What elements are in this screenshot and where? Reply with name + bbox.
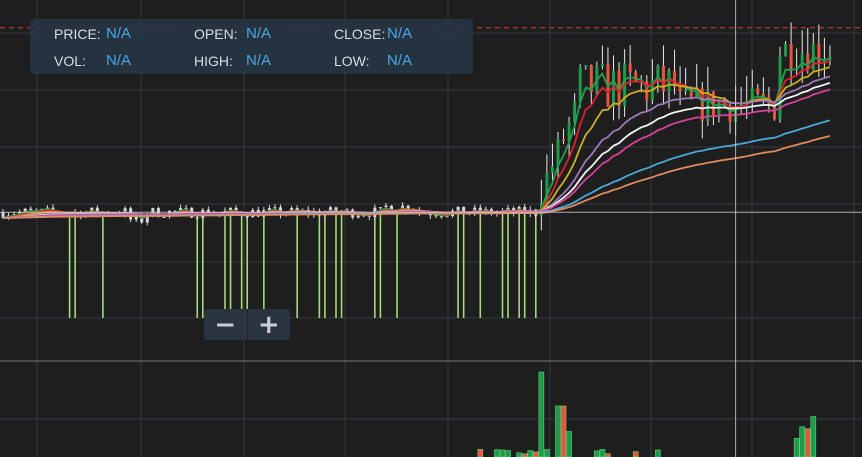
moving-average-line-5: [2, 88, 831, 219]
volume-bar-96: [532, 451, 539, 457]
candle-body-5: [29, 208, 33, 211]
price-label: PRICE:: [54, 26, 101, 42]
candle-body-108: [600, 63, 604, 67]
open-value: N/A: [246, 25, 272, 42]
volume-bar-100: [555, 405, 561, 457]
close-value: N/A: [387, 25, 413, 42]
candle-body-141: [784, 44, 788, 56]
low-label: LOW:: [334, 53, 370, 69]
candle-body-136: [756, 88, 760, 94]
candle-body-29: [162, 216, 166, 218]
candle-body-69: [384, 205, 388, 208]
vol-label: VOL:: [54, 53, 86, 69]
close-label: CLOSE:: [334, 26, 386, 42]
moving-average-line-0: [2, 55, 831, 219]
ohlc-info-panel: PRICE: N/A OPEN: N/A CLOSE: N/A VOL: N/A…: [30, 19, 473, 74]
volume-bar-86: [477, 449, 484, 457]
volume-bar-145: [804, 428, 811, 457]
volume-bar-102: [566, 431, 572, 457]
moving-average-line-6: [3, 119, 831, 219]
candle-body-105: [584, 64, 588, 68]
volume-bar-97: [538, 371, 545, 457]
volume-bar-118: [655, 449, 661, 457]
volume-bar-108: [599, 449, 606, 457]
volume-pane: [477, 371, 817, 457]
candle-body-104: [578, 67, 582, 102]
volume-bar-93: [516, 452, 522, 457]
zoom-controls: − +: [204, 309, 290, 340]
candle-body-101: [562, 139, 566, 141]
volume-bar-146: [810, 416, 817, 457]
candle-body-144: [800, 53, 804, 69]
vol-value: N/A: [106, 52, 132, 69]
candle-body-49: [273, 207, 277, 209]
price-value: N/A: [106, 25, 132, 42]
candle-body-122: [678, 86, 682, 92]
candle-body-114: [634, 72, 638, 82]
volume-bar-114: [632, 451, 639, 457]
candle-body-68: [378, 207, 382, 209]
high-label: HIGH:: [194, 53, 233, 69]
candle-body-79: [439, 216, 443, 218]
volume-bar-98: [544, 449, 550, 457]
candle-body-123: [684, 90, 688, 92]
volume-bar-101: [560, 405, 567, 457]
candle-body-35: [195, 217, 199, 219]
zoom-out-button[interactable]: −: [204, 309, 248, 340]
moving-average-line-1: [2, 60, 831, 219]
zoom-in-button[interactable]: +: [248, 309, 291, 340]
volume-bar-89: [494, 449, 500, 457]
candle-body-145: [806, 53, 810, 70]
candle-body-64: [356, 215, 360, 218]
volume-bar-143: [793, 437, 800, 457]
candle-body-142: [789, 44, 793, 71]
high-value: N/A: [246, 52, 272, 69]
candle-body-113: [628, 63, 632, 73]
volume-bar-144: [799, 426, 806, 457]
volume-bar-107: [594, 450, 600, 457]
moving-average-line-7: [3, 135, 831, 219]
candle-body-99: [550, 166, 554, 173]
volume-bar-95: [527, 450, 534, 457]
low-value: N/A: [387, 52, 413, 69]
volume-bar-109: [605, 453, 611, 457]
open-label: OPEN:: [194, 26, 238, 42]
candle-body-116: [645, 80, 649, 100]
volume-bar-91: [505, 450, 511, 457]
volume-bar-90: [499, 449, 506, 457]
